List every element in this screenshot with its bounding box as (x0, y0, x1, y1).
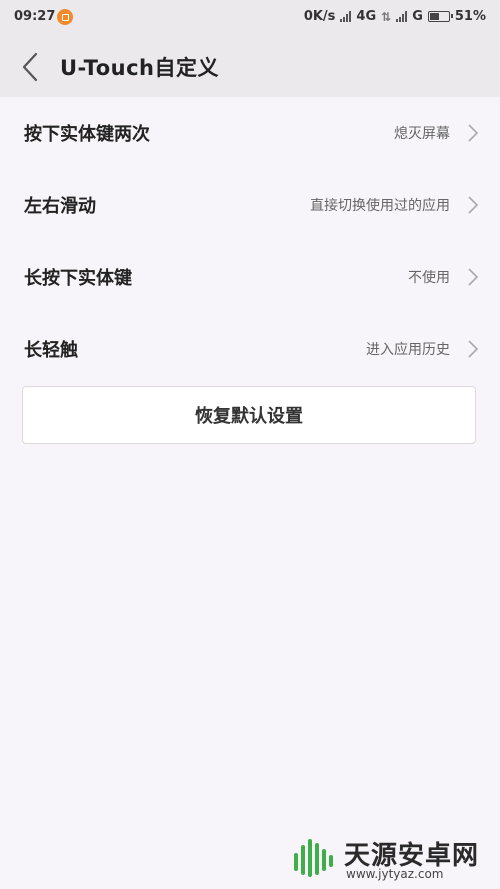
setting-row-swipe[interactable]: 左右滑动 直接切换使用过的应用 (0, 169, 500, 241)
setting-value: 进入应用历史 (366, 342, 450, 358)
settings-list: 按下实体键两次 熄灭屏幕 左右滑动 直接切换使用过的应用 长按下实体键 不使用 … (0, 97, 500, 385)
status-right: 0K/s 4G ⇅ G 51% (304, 9, 486, 24)
status-time: 09:27 (14, 9, 56, 24)
setting-value: 直接切换使用过的应用 (310, 198, 450, 214)
setting-row-long-press[interactable]: 长按下实体键 不使用 (0, 241, 500, 313)
watermark-logo-icon (294, 839, 333, 877)
data-arrows-icon: ⇅ (381, 9, 392, 24)
status-bar: 09:27 0K/s 4G ⇅ G 51% (0, 0, 500, 34)
chevron-right-icon (468, 124, 479, 142)
battery-icon (427, 11, 453, 22)
header-bar: U-Touch自定义 (0, 34, 500, 97)
chevron-right-icon (468, 196, 479, 214)
chevron-right-icon (468, 268, 479, 286)
setting-row-long-touch[interactable]: 长轻触 进入应用历史 (0, 313, 500, 385)
back-arrow-icon (22, 52, 38, 82)
signal-icon-2 (396, 11, 408, 22)
setting-label: 长按下实体键 (24, 268, 132, 289)
setting-label: 按下实体键两次 (24, 124, 150, 145)
watermark: 天源安卓网 www.jytyaz.com (288, 833, 488, 885)
setting-value: 熄灭屏幕 (394, 126, 450, 142)
chevron-right-icon (468, 340, 479, 358)
network-speed: 0K/s (303, 9, 336, 24)
back-button[interactable] (14, 50, 48, 84)
setting-row-double-press[interactable]: 按下实体键两次 熄灭屏幕 (0, 97, 500, 169)
page-title: U-Touch自定义 (60, 56, 219, 80)
network-type-2: G (412, 9, 423, 24)
signal-icon (340, 11, 352, 22)
setting-value: 不使用 (408, 270, 450, 286)
watermark-url: www.jytyaz.com (346, 867, 444, 881)
network-type: 4G (356, 9, 377, 24)
setting-label: 左右滑动 (24, 196, 96, 217)
setting-label: 长轻触 (24, 340, 78, 361)
notification-icon (57, 9, 73, 25)
restore-defaults-button[interactable]: 恢复默认设置 (22, 386, 476, 444)
battery-percent: 51% (454, 9, 486, 24)
